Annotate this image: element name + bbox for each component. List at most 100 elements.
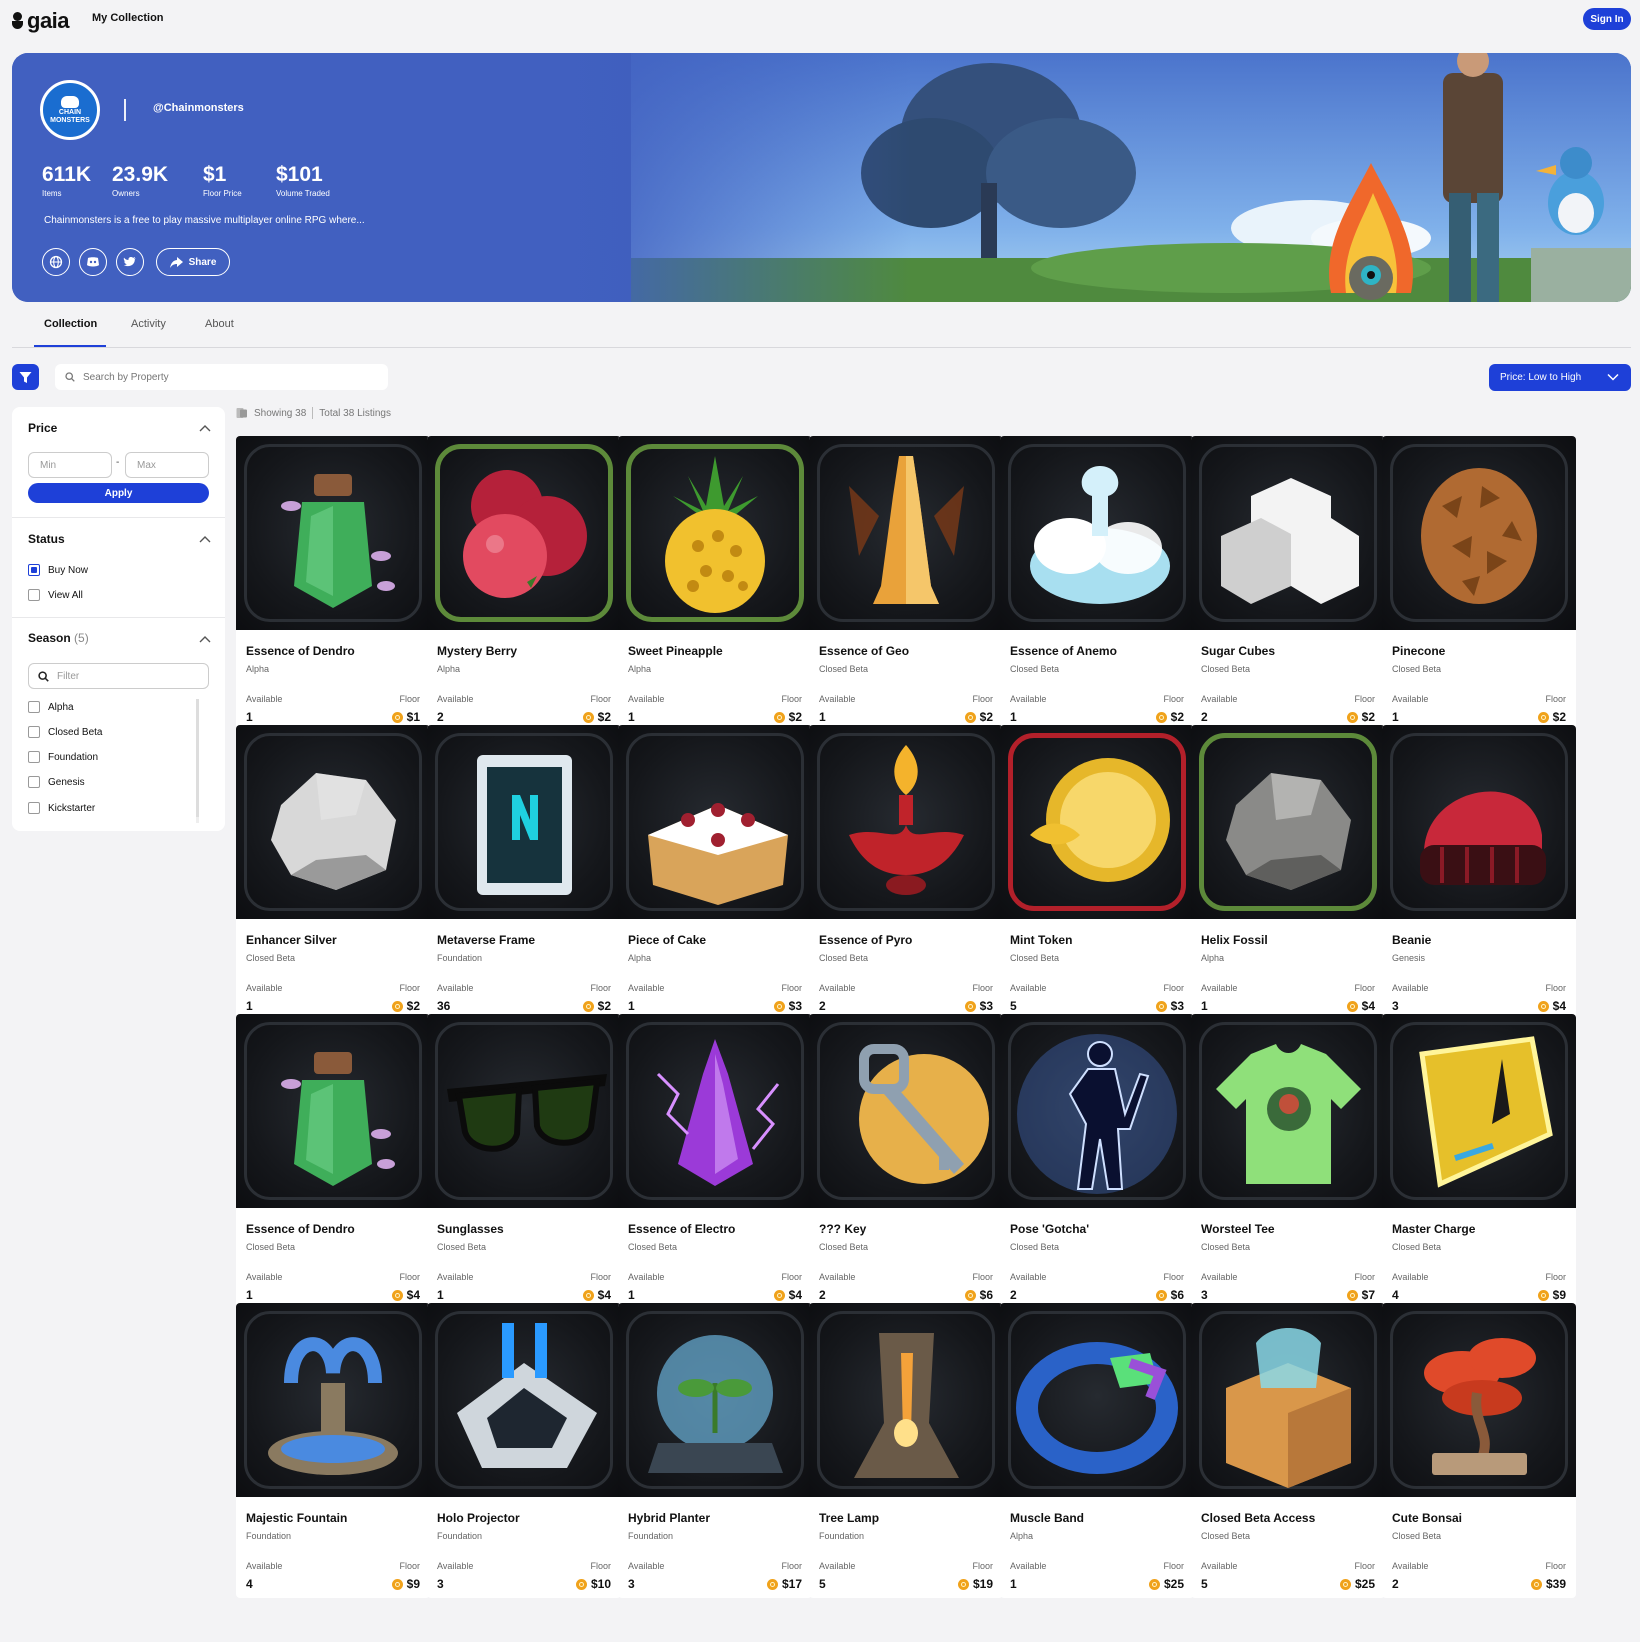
min-price-input[interactable]: Min [28, 452, 112, 478]
item-card[interactable]: Mint Token Closed Beta Available Floor 5… [1000, 725, 1194, 1020]
item-image[interactable] [1382, 436, 1576, 630]
max-price-input[interactable]: Max [125, 452, 209, 478]
floor-price-value: $3 [1170, 999, 1184, 1013]
item-image[interactable] [236, 1303, 430, 1497]
item-card[interactable]: Sweet Pineapple Alpha Available Floor 1 … [618, 436, 812, 731]
season-list-scroll-thumb[interactable] [196, 699, 199, 817]
item-image[interactable] [427, 1014, 621, 1208]
item-image[interactable] [427, 436, 621, 630]
item-image[interactable] [1000, 1303, 1194, 1497]
item-image[interactable] [809, 436, 1003, 630]
item-card[interactable]: Majestic Fountain Foundation Available F… [236, 1303, 430, 1598]
season-filter-input[interactable]: Filter [28, 663, 209, 689]
item-image[interactable] [236, 725, 430, 919]
item-card[interactable]: Sugar Cubes Closed Beta Available Floor … [1191, 436, 1385, 731]
my-collection-link[interactable]: My Collection [92, 12, 164, 24]
sort-dropdown[interactable]: Price: Low to High [1489, 364, 1631, 391]
filter-toggle-button[interactable] [12, 364, 39, 390]
checkbox[interactable] [28, 726, 40, 738]
floor-label: Floor [590, 983, 611, 993]
item-image[interactable] [809, 1014, 1003, 1208]
item-image[interactable] [427, 1303, 621, 1497]
item-image[interactable] [618, 436, 812, 630]
share-button[interactable]: Share [156, 248, 230, 276]
checkbox[interactable] [28, 701, 40, 713]
item-card[interactable]: Cute Bonsai Closed Beta Available Floor … [1382, 1303, 1576, 1598]
checkbox-label: Kickstarter [48, 802, 96, 814]
item-card[interactable]: Essence of Dendro Closed Beta Available … [236, 1014, 430, 1309]
twitter-button[interactable] [116, 248, 144, 276]
item-image[interactable] [1000, 436, 1194, 630]
tab-collection[interactable]: Collection [44, 318, 97, 330]
item-card[interactable]: Beanie Genesis Available Floor 3 $4 [1382, 725, 1576, 1020]
price-section-title[interactable]: Price [28, 421, 57, 435]
item-image[interactable] [1191, 725, 1385, 919]
item-image[interactable] [1000, 1014, 1194, 1208]
item-image[interactable] [1000, 725, 1194, 919]
checkbox-checked[interactable] [28, 564, 40, 576]
item-image[interactable] [1382, 1303, 1576, 1497]
item-image[interactable] [618, 725, 812, 919]
item-card[interactable]: Essence of Geo Closed Beta Available Flo… [809, 436, 1003, 731]
item-image[interactable] [236, 436, 430, 630]
item-image[interactable] [809, 1303, 1003, 1497]
item-card[interactable]: Essence of Dendro Alpha Available Floor … [236, 436, 430, 731]
discord-button[interactable] [79, 248, 107, 276]
tab-about[interactable]: About [205, 318, 234, 330]
checkbox[interactable] [28, 802, 40, 814]
item-image[interactable] [427, 725, 621, 919]
item-card[interactable]: Sunglasses Closed Beta Available Floor 1… [427, 1014, 621, 1309]
item-image[interactable] [1191, 436, 1385, 630]
item-card[interactable]: Piece of Cake Alpha Available Floor 1 $3 [618, 725, 812, 1020]
item-image[interactable] [809, 725, 1003, 919]
item-card[interactable]: Helix Fossil Alpha Available Floor 1 $4 [1191, 725, 1385, 1020]
item-image[interactable] [1382, 725, 1576, 919]
chevron-up-icon[interactable] [199, 424, 211, 432]
collection-handle[interactable]: @Chainmonsters [153, 102, 244, 114]
chevron-up-icon[interactable] [199, 535, 211, 543]
item-card[interactable]: Essence of Pyro Closed Beta Available Fl… [809, 725, 1003, 1020]
checkbox[interactable] [28, 751, 40, 763]
item-image[interactable] [1191, 1303, 1385, 1497]
season-option-kickstarter[interactable]: Kickstarter [28, 802, 95, 814]
chevron-up-icon[interactable] [199, 635, 211, 643]
band-icon [1016, 1342, 1178, 1474]
website-button[interactable] [42, 248, 70, 276]
item-card[interactable]: Hybrid Planter Foundation Available Floo… [618, 1303, 812, 1598]
checkbox[interactable] [28, 589, 40, 601]
sign-in-button[interactable]: Sign In [1583, 8, 1631, 30]
item-card[interactable]: Tree Lamp Foundation Available Floor 5 $… [809, 1303, 1003, 1598]
item-card[interactable]: Enhancer Silver Closed Beta Available Fl… [236, 725, 430, 1020]
key-icon [859, 1044, 989, 1184]
item-card[interactable]: Essence of Anemo Closed Beta Available F… [1000, 436, 1194, 731]
item-image[interactable] [618, 1303, 812, 1497]
item-image[interactable] [618, 1014, 812, 1208]
item-image[interactable] [1191, 1014, 1385, 1208]
item-card[interactable]: Master Charge Closed Beta Available Floo… [1382, 1014, 1576, 1309]
status-buy-now[interactable]: Buy Now [28, 564, 88, 576]
item-card[interactable]: ??? Key Closed Beta Available Floor 2 $6 [809, 1014, 1003, 1309]
item-image[interactable] [236, 1014, 430, 1208]
item-card[interactable]: Holo Projector Foundation Available Floo… [427, 1303, 621, 1598]
item-image[interactable] [1382, 1014, 1576, 1208]
season-option-genesis[interactable]: Genesis [28, 776, 85, 788]
apply-price-button[interactable]: Apply [28, 483, 209, 503]
season-option-alpha[interactable]: Alpha [28, 701, 74, 713]
item-card[interactable]: Mystery Berry Alpha Available Floor 2 $2 [427, 436, 621, 731]
gaia-logo[interactable]: gaia [12, 8, 70, 34]
search-input[interactable] [83, 371, 373, 383]
item-card[interactable]: Worsteel Tee Closed Beta Available Floor… [1191, 1014, 1385, 1309]
tab-activity[interactable]: Activity [131, 318, 166, 330]
item-card[interactable]: Pose 'Gotcha' Closed Beta Available Floo… [1000, 1014, 1194, 1309]
item-card[interactable]: Muscle Band Alpha Available Floor 1 $25 [1000, 1303, 1194, 1598]
item-card[interactable]: Metaverse Frame Foundation Available Flo… [427, 725, 621, 1020]
season-option-closed-beta[interactable]: Closed Beta [28, 726, 102, 738]
item-card[interactable]: Pinecone Closed Beta Available Floor 1 $… [1382, 436, 1576, 731]
season-option-foundation[interactable]: Foundation [28, 751, 98, 763]
checkbox[interactable] [28, 776, 40, 788]
item-card[interactable]: Closed Beta Access Closed Beta Available… [1191, 1303, 1385, 1598]
status-section-title[interactable]: Status [28, 532, 65, 546]
status-view-all[interactable]: View All [28, 589, 83, 601]
item-card[interactable]: Essence of Electro Closed Beta Available… [618, 1014, 812, 1309]
season-section-title[interactable]: Season (5) [28, 631, 89, 645]
